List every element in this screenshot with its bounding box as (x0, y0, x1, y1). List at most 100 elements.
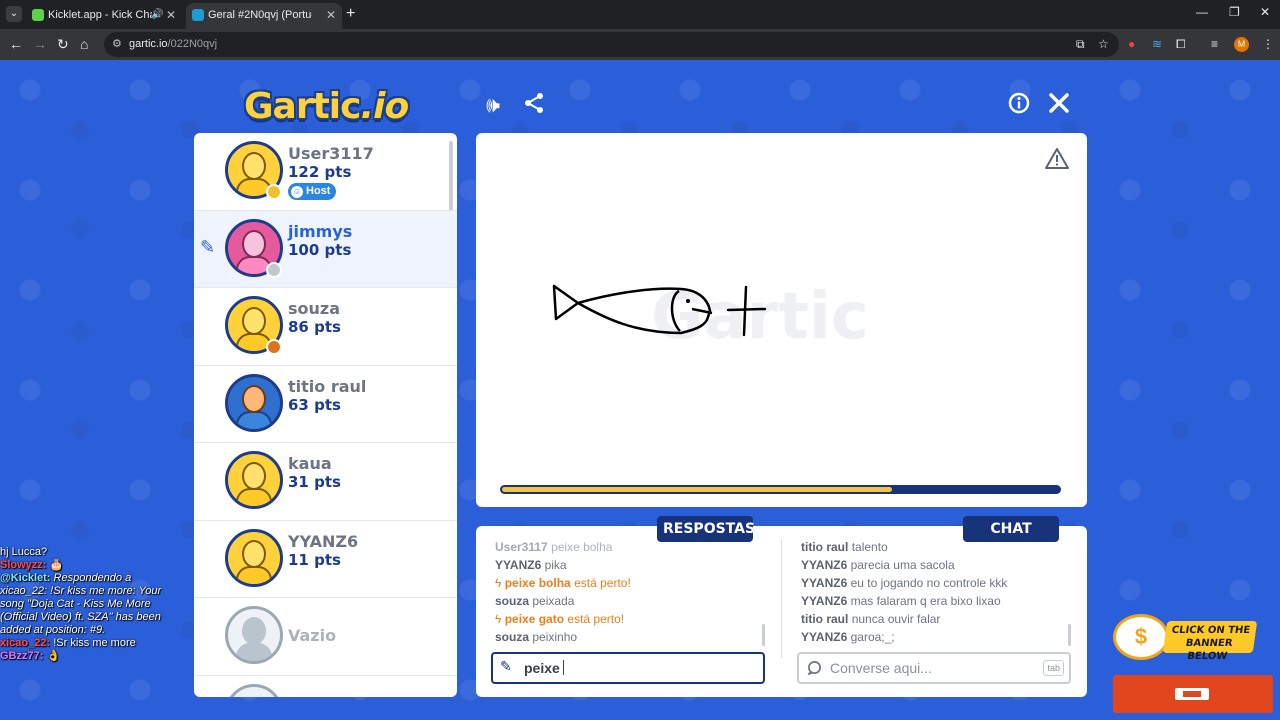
player-row[interactable]: User3117 122 pts ☺ Host (194, 133, 457, 211)
extension-record-icon[interactable]: ● (1128, 37, 1135, 51)
status-dot (266, 184, 282, 200)
text-caret (562, 660, 564, 675)
player-name: kaua (288, 454, 332, 473)
answers-scrollbar[interactable] (762, 624, 765, 646)
answer-near-message: ϟ peixe bolha está perto! (495, 576, 631, 590)
answers-chat-panel: RESPOSTAS CHAT User3117 peixe bolha YYAN… (476, 516, 1087, 697)
drawing-canvas[interactable]: Gartic (476, 133, 1087, 507)
site-info-icon[interactable]: ⚙ (112, 37, 125, 50)
player-row[interactable]: titio raul 63 pts (194, 366, 457, 443)
timer-bar (500, 485, 1061, 494)
player-name: YYANZ6 (288, 531, 359, 551)
forward-icon[interactable]: → (33, 35, 47, 53)
player-row-empty (194, 676, 457, 697)
player-row[interactable]: souza 86 pts (194, 288, 457, 366)
player-points: 63 pts (288, 395, 341, 414)
close-tab-icon[interactable]: ✕ (326, 3, 336, 27)
logo-suffix: .io (360, 86, 409, 127)
tab-kicklet[interactable]: Kicklet.app - Kick Chatbot a 🔊 ✕ (26, 3, 182, 29)
close-window-icon[interactable]: ✕ (1260, 5, 1270, 19)
audio-playing-icon[interactable]: 🔊 (151, 3, 163, 27)
timer-fill (502, 487, 892, 492)
player-points: 86 pts (288, 318, 341, 336)
host-badge: ☺ Host (288, 183, 337, 200)
exit-icon[interactable] (1046, 92, 1072, 118)
pencil-icon: ✎ (200, 236, 216, 257)
chat-message: titio raul talento (801, 540, 888, 554)
extensions-puzzle-icon[interactable]: ⧠ (1176, 37, 1186, 52)
chrome-menu-icon[interactable]: ⋮ (1262, 37, 1274, 51)
extension-audio-icon[interactable]: ≋ (1152, 37, 1162, 51)
chat-placeholder: Converse aqui... (830, 660, 932, 676)
new-tab-button[interactable]: + (346, 4, 355, 24)
player-name: titio raul (288, 376, 367, 396)
status-dot (266, 339, 282, 355)
lightning-icon: ϟ (495, 576, 502, 590)
chat-message: YYANZ6 garoa;_; (801, 630, 895, 644)
info-icon[interactable] (1006, 92, 1032, 118)
player-name: souza (288, 299, 341, 318)
close-tab-icon[interactable]: ✕ (166, 3, 176, 27)
player-points: 100 pts (288, 240, 352, 259)
media-control-icon[interactable]: ≡ (1211, 37, 1218, 51)
logo-text: Gartic (244, 86, 361, 127)
address-bar[interactable]: ⚙ gartic.io/022N0qvj ⧉ ☆ (104, 32, 1119, 57)
tab-search-button[interactable]: ⌄ (6, 6, 22, 22)
chat-message: YYANZ6 eu to jogando no controle kkk (801, 576, 1008, 590)
profile-avatar[interactable]: M (1234, 37, 1249, 52)
stream-chat-overlay: hj Lucca? Slowyzz: 🎂 @Kicklet: Responden… (0, 546, 170, 663)
ad-banner[interactable]: $ CLICK ON THE BANNER BELOW (1113, 612, 1258, 662)
player-points: 11 pts (288, 550, 341, 569)
player-list: User3117 122 pts ☺ Host ✎ jimmys 100 pts … (194, 133, 457, 697)
chat-input[interactable]: Converse aqui... tab (797, 652, 1071, 684)
tab-gartic[interactable]: Geral #2N0qvj (Português) - Ga ✕ (186, 3, 342, 29)
browser-toolbar: ← → ↻ ⌂ ⚙ gartic.io/022N0qvj ⧉ ☆ ● ≋ ⧠ ≡… (0, 29, 1280, 60)
answer-message: souza peixada (495, 594, 575, 608)
chat-bubble-icon (807, 661, 821, 675)
fish-eye (686, 299, 690, 303)
answer-message: YYANZ6 pika (495, 558, 567, 572)
back-icon[interactable]: ← (9, 35, 23, 53)
pencil-icon: ✎ (500, 658, 512, 674)
minimize-icon[interactable]: — (1196, 5, 1208, 19)
install-app-icon[interactable]: ⧉ (1076, 37, 1085, 52)
share-icon[interactable] (521, 92, 547, 118)
overlay-message: @Kicklet: Respondendo a xicao_22: !Sr ki… (0, 572, 162, 636)
player-name: User3117 (288, 144, 374, 163)
ad-logo-icon: $ (1113, 614, 1169, 660)
avatar (225, 683, 283, 697)
restore-icon[interactable]: ❐ (1229, 5, 1240, 19)
gartic-favicon-icon (192, 9, 204, 21)
avatar (225, 528, 283, 587)
bookmark-star-icon[interactable]: ☆ (1098, 37, 1109, 51)
tab-title: Geral #2N0qvj (Português) - Ga (208, 9, 312, 21)
player-row[interactable]: ✎ jimmys 100 pts (194, 210, 457, 288)
player-name: jimmys (288, 221, 353, 241)
overlay-message: Slowyzz: 🎂 (0, 559, 64, 571)
gartic-logo[interactable]: Gartic.io (244, 86, 409, 127)
player-name: Vazio (288, 626, 337, 645)
reload-icon[interactable]: ↻ (57, 35, 69, 53)
answer-input-value: peixe (524, 660, 560, 676)
answer-message: souza peixinho (495, 630, 578, 644)
player-row[interactable]: YYANZ6 11 pts (194, 521, 457, 598)
answer-message: User3117 peixe bolha (495, 540, 613, 554)
sound-icon[interactable]: 🕪 (480, 92, 506, 118)
browser-tabstrip: ⌄ Kicklet.app - Kick Chatbot a 🔊 ✕ Geral… (0, 0, 1280, 29)
avatar (225, 373, 283, 432)
home-icon[interactable]: ⌂ (80, 35, 88, 53)
host-icon: ☺ (291, 186, 303, 198)
player-row[interactable]: kaua 31 pts (194, 443, 457, 521)
kicklet-favicon-icon (32, 9, 44, 21)
tab-title: Kicklet.app - Kick Chatbot a (48, 9, 152, 21)
player-points: 31 pts (288, 473, 341, 491)
overlay-message: xicao_22: !Sr kiss me more (0, 637, 136, 649)
answers-list: User3117 peixe bolha YYANZ6 pika ϟ peixe… (495, 538, 765, 648)
avatar (225, 451, 283, 509)
ad-button[interactable] (1113, 675, 1273, 713)
answer-input[interactable]: ✎ peixe (491, 652, 765, 684)
chat-message: YYANZ6 parecia uma sacola (801, 558, 955, 572)
chat-message: titio raul nunca ouvir falar (801, 612, 941, 626)
chat-scrollbar[interactable] (1068, 624, 1071, 646)
panel-divider (781, 540, 782, 658)
